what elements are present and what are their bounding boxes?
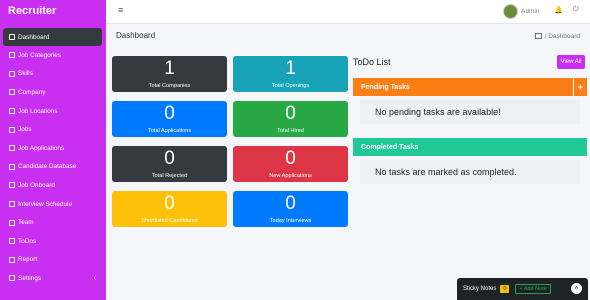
pending-tasks-card: Pending Tasks + No pending tasks are ava…: [353, 78, 587, 124]
brand-logo[interactable]: Recruiter: [0, 0, 106, 25]
stat-card-shortlisted-candidates[interactable]: 0 Shortlisted Candidates: [112, 191, 227, 227]
sidebar-item-label: Settings: [18, 274, 42, 282]
stat-card-total-openings[interactable]: 1 Total Openings: [233, 56, 348, 92]
stat-value: 0: [164, 103, 175, 124]
sidebar-item-label: ToDos: [18, 237, 37, 245]
chevron-left-icon: ‹: [93, 274, 96, 282]
sidebar-item-jobs[interactable]: Jobs: [0, 120, 106, 139]
menu-toggle-icon[interactable]: ≡: [118, 5, 123, 15]
power-icon[interactable]: ⏻: [573, 6, 579, 14]
chart-icon: [9, 256, 15, 263]
add-note-button[interactable]: + Add Note: [515, 284, 551, 294]
sidebar-item-label: Team: [18, 219, 34, 227]
stat-label: Total Openings: [271, 83, 310, 89]
stat-value: 0: [164, 193, 175, 214]
stat-value: 0: [285, 148, 296, 169]
sidebar: Recruiter Dashboard Job Categories Skill…: [0, 0, 106, 300]
view-all-button[interactable]: View All: [557, 55, 585, 69]
stat-label: Total Hired: [277, 128, 304, 134]
sidebar-item-skills[interactable]: Skills: [0, 65, 106, 84]
add-task-button[interactable]: +: [573, 78, 587, 96]
completed-tasks-card: Completed Tasks No tasks are marked as c…: [353, 138, 587, 184]
sidebar-item-label: Job Categories: [18, 51, 61, 59]
sidebar-item-dashboard[interactable]: Dashboard: [3, 28, 102, 46]
sidebar-item-job-locations[interactable]: Job Locations: [0, 102, 106, 121]
sidebar-item-report[interactable]: Report: [0, 251, 106, 270]
sidebar-item-label: Dashboard: [18, 33, 50, 41]
user-icon: [9, 126, 15, 133]
home-icon[interactable]: [534, 33, 542, 39]
pending-tasks-header: Pending Tasks +: [353, 78, 587, 96]
user-name[interactable]: Admin: [521, 8, 539, 15]
stat-label: Total Rejected: [151, 173, 188, 179]
completed-tasks-message: No tasks are marked as completed.: [360, 160, 580, 184]
sidebar-item-label: Interview Schedule: [18, 200, 72, 208]
grid-icon: [9, 52, 15, 59]
calendar-icon: [9, 201, 15, 208]
stat-label: Shortlisted Candidates: [141, 218, 198, 224]
sidebar-item-job-categories[interactable]: Job Categories: [0, 46, 106, 65]
sidebar-nav: Dashboard Job Categories Skills Company …: [0, 28, 106, 288]
completed-tasks-header: Completed Tasks: [353, 138, 587, 156]
map-pin-icon: [9, 108, 15, 115]
sidebar-item-label: Job Applications: [18, 144, 65, 152]
pending-tasks-title: Pending Tasks: [361, 83, 410, 91]
stat-card-new-applications[interactable]: 0 New Applications: [233, 146, 348, 182]
sidebar-item-company[interactable]: Company: [0, 83, 106, 102]
sidebar-item-job-applications[interactable]: Job Applications: [0, 139, 106, 158]
stat-value: 1: [285, 58, 296, 79]
stat-card-total-hired[interactable]: 0 Total Hired: [233, 101, 348, 137]
stat-label: Total Applications: [147, 128, 192, 134]
building-icon: [9, 89, 15, 96]
sidebar-item-team[interactable]: Team: [0, 213, 106, 232]
stat-value: 1: [164, 58, 175, 79]
sidebar-item-label: Candidate Database: [18, 163, 77, 171]
stat-label: New Applications: [269, 173, 312, 179]
bell-icon[interactable]: 🔔: [554, 6, 563, 14]
grid-icon: [9, 70, 15, 77]
stat-value: 0: [164, 148, 175, 169]
breadcrumb: / Dashboard: [534, 33, 580, 40]
stat-label: Today Interviews: [269, 218, 312, 224]
list-icon: [9, 238, 15, 245]
page-title: Dashboard: [116, 31, 156, 40]
stat-card-total-companies[interactable]: 1 Total Companies: [112, 56, 227, 92]
team-icon: [9, 219, 15, 226]
user-icon: [9, 145, 15, 152]
sidebar-item-todos[interactable]: ToDos: [0, 232, 106, 251]
stat-card-total-applications[interactable]: 0 Total Applications: [112, 101, 227, 137]
stat-value: 0: [285, 103, 296, 124]
database-icon: [9, 163, 15, 170]
sidebar-item-settings[interactable]: Settings ‹: [0, 269, 106, 288]
sidebar-item-label: Company: [18, 88, 46, 96]
stat-card-total-rejected[interactable]: 0 Total Rejected: [112, 146, 227, 182]
stat-card-today-interviews[interactable]: 0 Today Interviews: [233, 191, 348, 227]
sidebar-item-label: Job Locations: [18, 107, 58, 115]
sidebar-item-job-onboard[interactable]: Job Onboard: [0, 176, 106, 195]
avatar[interactable]: [503, 4, 518, 19]
chevron-up-icon[interactable]: ˄: [571, 283, 582, 294]
completed-tasks-title: Completed Tasks: [361, 143, 419, 151]
gear-icon: [9, 275, 15, 282]
pending-tasks-message: No pending tasks are available!: [360, 100, 580, 124]
sidebar-item-interview-schedule[interactable]: Interview Schedule: [0, 195, 106, 214]
user-icon: [9, 182, 15, 189]
sidebar-item-label: Job Onboard: [18, 181, 55, 189]
stat-label: Total Companies: [148, 83, 191, 89]
sticky-notes-title: Sticky Notes: [463, 286, 497, 292]
sticky-notes-count: 0: [500, 285, 510, 293]
sidebar-item-label: Report: [18, 256, 38, 264]
sidebar-item-label: Skills: [18, 70, 33, 78]
todo-title: ToDo List: [353, 57, 391, 67]
gauge-icon: [9, 34, 15, 40]
top-navbar: ≡ Admin 🔔 ⏻: [106, 0, 590, 24]
sidebar-item-candidate-database[interactable]: Candidate Database: [0, 158, 106, 177]
sidebar-item-label: Jobs: [18, 126, 32, 134]
sticky-notes-bar: Sticky Notes 0 + Add Note ˄: [457, 278, 588, 300]
stat-value: 0: [285, 193, 296, 214]
breadcrumb-current: Dashboard: [548, 33, 580, 40]
